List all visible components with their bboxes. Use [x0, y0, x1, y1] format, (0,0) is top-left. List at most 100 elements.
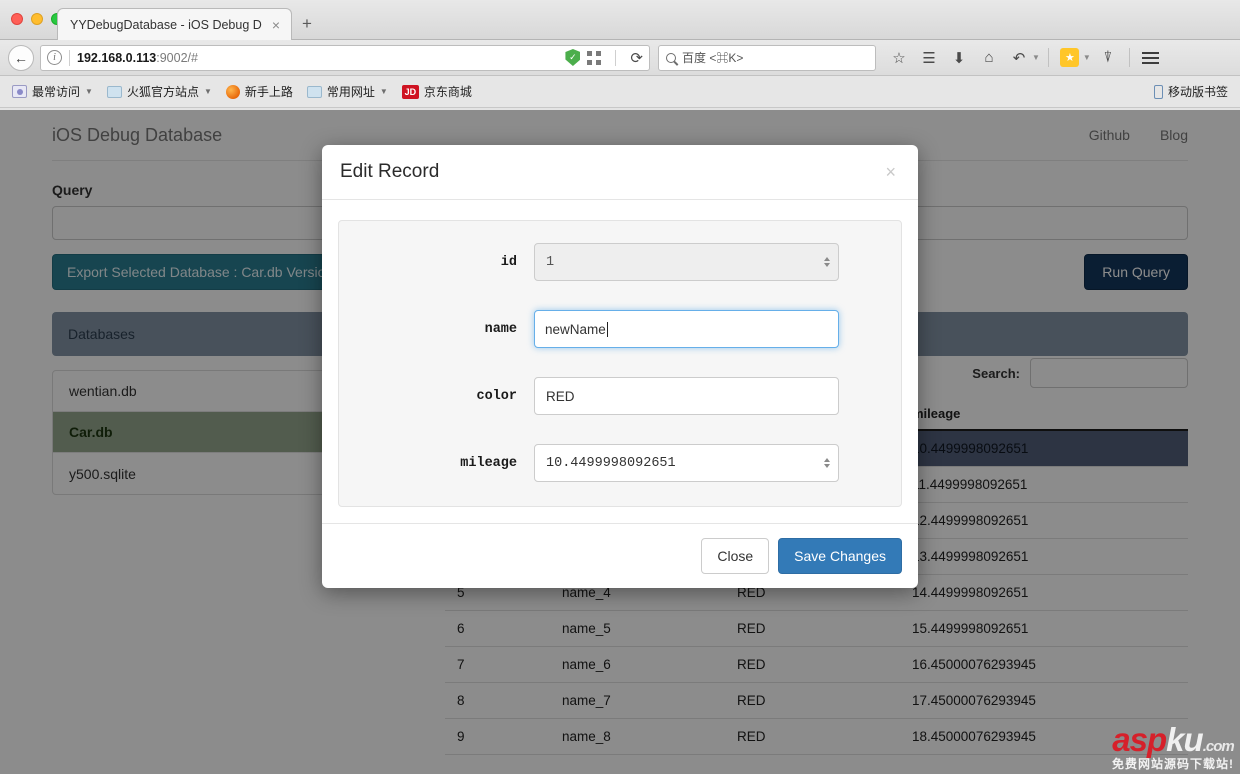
downloads-icon[interactable]: ⬇ — [946, 45, 972, 71]
cell-mileage: 17.45000076293945 — [900, 682, 1188, 719]
reload-icon[interactable]: ⟳ — [630, 49, 643, 67]
browser-chrome: YYDebugDatabase - iOS Debug D × + ← i 19… — [0, 0, 1240, 110]
table-search-input[interactable] — [1030, 358, 1188, 388]
id-field[interactable] — [534, 243, 839, 281]
bookmark-label: 京东商城 — [423, 85, 472, 99]
export-database-button[interactable]: Export Selected Database : Car.db Versio… — [52, 254, 349, 290]
table-row[interactable]: 8 name_7 RED 17.45000076293945 — [445, 682, 1188, 719]
run-query-button[interactable]: Run Query — [1084, 254, 1188, 290]
url-divider-2 — [615, 49, 617, 66]
table-row[interactable]: 9 name_8 RED 18.45000076293945 — [445, 718, 1188, 755]
chevron-down-icon[interactable]: ▼ — [1032, 53, 1040, 62]
tab-close-icon[interactable]: × — [269, 18, 283, 32]
bookmark-label: 最常访问 — [32, 85, 81, 99]
column-header-mileage[interactable]: mileage — [900, 398, 1188, 431]
new-tab-icon[interactable]: + — [302, 15, 312, 32]
watermark-part-a: asp — [1112, 721, 1167, 758]
cell-color: RED — [725, 610, 900, 647]
url-text: 192.168.0.113:9002/# — [77, 51, 198, 65]
modal-header: Edit Record × — [322, 145, 918, 200]
bookmark-label: 常用网址 — [326, 85, 375, 99]
modal-title: Edit Record — [340, 161, 440, 182]
cell-name: name_8 — [550, 718, 725, 755]
field-wrap-color — [534, 377, 839, 415]
color-field[interactable] — [534, 377, 839, 415]
nav-link-blog[interactable]: Blog — [1160, 127, 1188, 143]
name-field[interactable] — [534, 310, 839, 348]
field-wrap-mileage — [534, 444, 839, 482]
back-icon[interactable]: ← — [8, 44, 34, 71]
folder-icon — [106, 85, 122, 98]
jd-icon: JD — [401, 84, 419, 99]
menu-icon[interactable] — [1138, 45, 1164, 71]
cell-id: 6 — [445, 610, 550, 647]
bookmark-star-icon[interactable]: ☆ — [886, 45, 912, 71]
browser-tab[interactable]: YYDebugDatabase - iOS Debug D × — [57, 8, 292, 40]
screenshot-icon[interactable]: ⍒ — [1095, 45, 1121, 71]
table-row[interactable]: 6 name_5 RED 15.4499998092651 — [445, 610, 1188, 647]
modal-body: id name newName color — [322, 200, 918, 523]
reader-view-icon[interactable]: ☰ — [916, 45, 942, 71]
watermark: aspku.com 免费网站源码下载站! — [1112, 721, 1235, 771]
cell-id: 8 — [445, 682, 550, 719]
cell-mileage: 12.4499998092651 — [900, 502, 1188, 539]
bookmark-item[interactable]: 火狐官方站点 ▼ — [106, 83, 212, 100]
address-bar[interactable]: i 192.168.0.113:9002/# ✓ ⟳ — [40, 44, 650, 71]
cell-id: 7 — [445, 646, 550, 683]
field-label-id: id — [500, 254, 517, 270]
close-window-icon[interactable] — [11, 13, 23, 25]
qrcode-icon[interactable] — [587, 50, 602, 65]
window-controls — [11, 13, 63, 25]
field-label-color: color — [476, 388, 517, 404]
close-button[interactable]: Close — [701, 538, 770, 574]
firefox-icon — [225, 84, 240, 99]
bookmark-item[interactable]: 新手上路 — [225, 83, 293, 100]
mileage-field[interactable] — [534, 444, 839, 482]
table-row[interactable]: 7 name_6 RED 16.45000076293945 — [445, 646, 1188, 683]
cell-mileage: 11.4499998092651 — [900, 466, 1188, 503]
cell-mileage: 13.4499998092651 — [900, 538, 1188, 575]
mobile-bookmarks-label: 移动版书签 — [1167, 85, 1228, 99]
field-wrap-id — [534, 243, 839, 281]
site-brand: iOS Debug Database — [52, 124, 223, 145]
screen: iOS Debug Database Github Blog Query Exp… — [0, 0, 1240, 774]
chevron-down-icon[interactable]: ▼ — [204, 87, 212, 96]
most-visited-icon — [12, 85, 27, 98]
edit-record-modal: Edit Record × id name newName — [322, 145, 918, 588]
favorites-icon[interactable]: ★ — [1057, 45, 1083, 71]
search-bar[interactable]: 百度 <⌘K> — [658, 44, 876, 71]
field-row-mileage: mileage — [339, 444, 901, 482]
browser-titlebar: YYDebugDatabase - iOS Debug D × + — [0, 0, 1240, 40]
cell-id: 9 — [445, 718, 550, 755]
cell-color: RED — [725, 646, 900, 683]
watermark-subtitle: 免费网站源码下载站! — [1112, 757, 1234, 771]
minimize-window-icon[interactable] — [31, 13, 43, 25]
address-bar-icons: ✓ ⟳ — [557, 49, 643, 67]
shield-icon[interactable]: ✓ — [565, 49, 581, 66]
search-icon — [666, 52, 676, 63]
bookmark-item[interactable]: JD 京东商城 — [401, 83, 472, 100]
field-row-id: id — [339, 243, 901, 281]
field-label-name: name — [484, 321, 517, 337]
mobile-bookmarks-item[interactable]: 移动版书签 — [1153, 83, 1228, 100]
cell-name: name_6 — [550, 646, 725, 683]
bookmark-item[interactable]: 最常访问 ▼ — [12, 83, 93, 100]
history-back-icon[interactable]: ↶ — [1006, 45, 1032, 71]
bookmark-item[interactable]: 常用网址 ▼ — [306, 83, 388, 100]
chevron-down-icon-2[interactable]: ▼ — [1083, 53, 1091, 62]
save-changes-button[interactable]: Save Changes — [778, 538, 902, 574]
close-icon[interactable]: × — [881, 161, 900, 183]
page-info-icon[interactable]: i — [47, 50, 62, 65]
tab-title: YYDebugDatabase - iOS Debug D — [70, 17, 262, 32]
id-stepper-icon[interactable] — [824, 257, 830, 267]
chevron-down-icon[interactable]: ▼ — [380, 87, 388, 96]
search-placeholder: 百度 <⌘K> — [682, 51, 744, 65]
cell-color: RED — [725, 682, 900, 719]
folder-icon — [306, 85, 322, 98]
home-icon[interactable]: ⌂ — [976, 45, 1002, 71]
toolbar-divider-2 — [1128, 48, 1130, 67]
field-wrap-name: newName — [534, 310, 839, 348]
mileage-stepper-icon[interactable] — [824, 458, 830, 468]
chevron-down-icon[interactable]: ▼ — [85, 87, 93, 96]
nav-link-github[interactable]: Github — [1089, 127, 1130, 143]
